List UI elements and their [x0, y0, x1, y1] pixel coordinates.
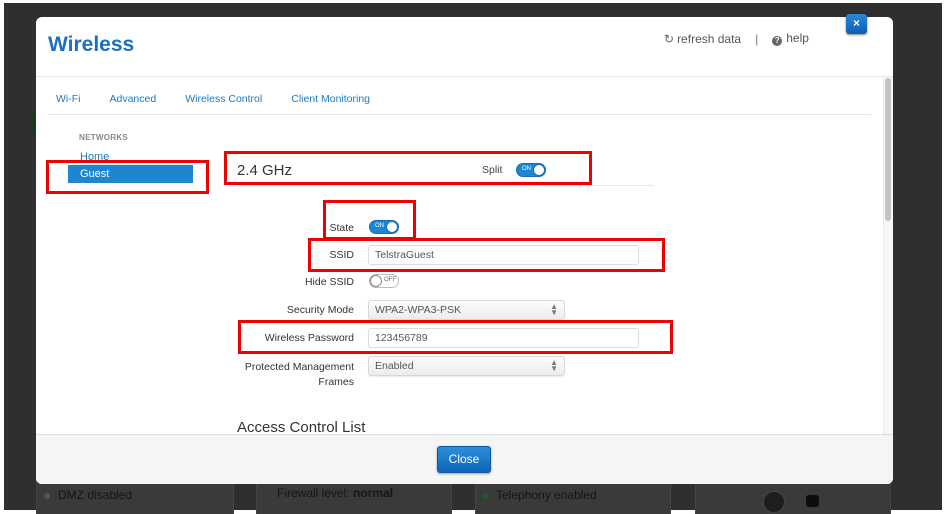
- tab-client-monitoring[interactable]: Client Monitoring: [282, 93, 370, 114]
- pmf-select[interactable]: Enabled ▲ ▼: [368, 356, 565, 376]
- state-toggle[interactable]: ON: [369, 220, 399, 234]
- ssid-label: SSID: [329, 249, 354, 261]
- help-link[interactable]: ? help: [772, 31, 809, 46]
- toggle-knob: [533, 164, 545, 176]
- modal-header: Wireless ↻ refresh data | ? help: [36, 17, 893, 77]
- background-dmz-status: DMZ disabled: [44, 488, 132, 502]
- refresh-icon: ↻: [664, 31, 675, 46]
- acl-title: Access Control List: [237, 419, 366, 434]
- networks-heading: NETWORKS: [79, 133, 129, 142]
- help-icon: ?: [772, 36, 783, 46]
- status-dot-icon: [44, 492, 50, 499]
- background-telephony-status: Telephony enabled: [482, 488, 597, 502]
- tab-wireless-control[interactable]: Wireless Control: [176, 93, 262, 114]
- toggle-knob: [370, 275, 382, 287]
- tab-advanced[interactable]: Advanced: [101, 93, 157, 114]
- band-title: 2.4 GHz: [237, 162, 293, 179]
- background-chevron-icon: [806, 495, 819, 507]
- wireless-password-label: Wireless Password: [264, 332, 354, 344]
- modal-body: Wi-Fi Advanced Wireless Control Client M…: [36, 77, 883, 434]
- modal-title: Wireless: [48, 33, 135, 56]
- hide-ssid-label: Hide SSID: [304, 276, 354, 288]
- modal-footer: Close: [36, 434, 893, 484]
- scrollbar-thumb[interactable]: [885, 78, 891, 221]
- wireless-password-input[interactable]: [368, 328, 639, 348]
- section-divider: [236, 185, 654, 186]
- select-arrows-icon: ▲ ▼: [550, 302, 558, 317]
- security-mode-label: Security Mode: [286, 304, 354, 316]
- hide-ssid-toggle[interactable]: OFF: [369, 274, 399, 288]
- background-firewall-level: Firewall level: normal: [277, 486, 394, 500]
- close-button[interactable]: Close: [437, 446, 491, 473]
- status-dot-icon: [482, 492, 488, 499]
- split-label: Split: [482, 164, 503, 176]
- refresh-data-link[interactable]: ↻ refresh data: [664, 32, 741, 46]
- header-links: ↻ refresh data | ? help: [664, 31, 809, 46]
- tab-bar: Wi-Fi Advanced Wireless Control Client M…: [47, 93, 871, 115]
- close-icon[interactable]: ×: [846, 14, 867, 34]
- wireless-modal: Wireless ↻ refresh data | ? help Wi-Fi Adv…: [36, 17, 893, 484]
- toggle-knob: [386, 221, 398, 233]
- security-mode-select[interactable]: WPA2-WPA3-PSK ▲ ▼: [368, 300, 565, 320]
- header-separator: |: [755, 31, 759, 46]
- select-arrows-icon: ▲ ▼: [550, 358, 558, 373]
- background-device-icon: [763, 491, 785, 513]
- state-label: State: [329, 222, 354, 234]
- background-panel-other: [695, 480, 891, 514]
- ssid-input[interactable]: [368, 245, 639, 265]
- tab-wifi[interactable]: Wi-Fi: [47, 93, 81, 114]
- sidebar-item-home[interactable]: Home: [80, 151, 109, 163]
- pmf-label: Protected Management Frames: [244, 361, 354, 388]
- split-toggle[interactable]: ON: [516, 163, 546, 177]
- sidebar-item-guest[interactable]: Guest: [68, 165, 193, 183]
